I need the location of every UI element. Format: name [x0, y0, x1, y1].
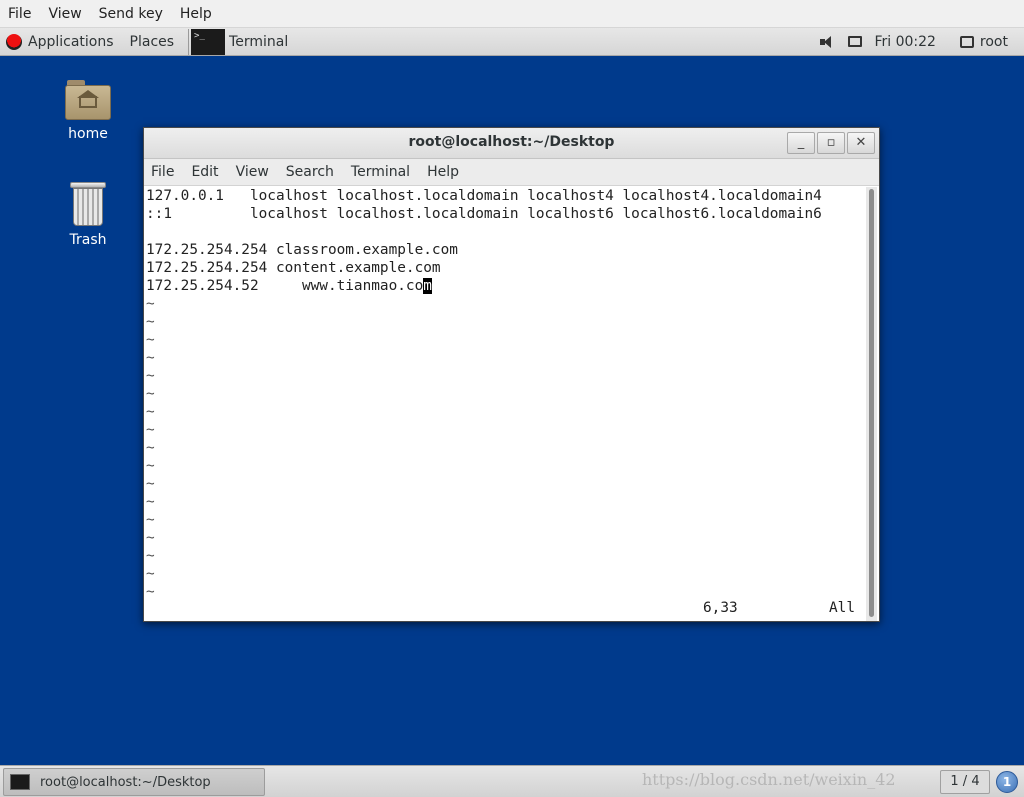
terminal-menu-file[interactable]: File: [151, 164, 174, 180]
empty-line-tilde: ~: [146, 440, 155, 456]
network-icon[interactable]: [848, 36, 863, 47]
desktop-home-label: home: [68, 126, 108, 142]
home-folder-icon: [65, 80, 111, 120]
empty-line-tilde: ~: [146, 404, 155, 420]
terminal-menu-terminal[interactable]: Terminal: [351, 164, 410, 180]
text-line: 172.25.254.254 classroom.example.com: [146, 242, 458, 258]
terminal-menu-view[interactable]: View: [236, 164, 269, 180]
window-controls: _ ▫ ✕: [785, 132, 875, 154]
empty-line-tilde: ~: [146, 386, 155, 402]
terminal-menu-search[interactable]: Search: [286, 164, 334, 180]
empty-line-tilde: ~: [146, 368, 155, 384]
applications-menu[interactable]: Applications: [0, 33, 114, 50]
text-line-content: 172.25.254.52 www.tianmao.co: [146, 278, 424, 294]
terminal-title: root@localhost:~/Desktop: [408, 134, 615, 150]
viewer-menubar: File View Send key Help: [0, 0, 1024, 28]
terminal-menu-edit[interactable]: Edit: [191, 164, 218, 180]
trash-icon: [70, 182, 106, 226]
empty-line-tilde: ~: [146, 584, 155, 600]
watermark: https://blog.csdn.net/weixin_42: [642, 770, 896, 789]
empty-line-tilde: ~: [146, 332, 155, 348]
desktop-trash-label: Trash: [69, 232, 107, 248]
viewer-menu-view[interactable]: View: [44, 6, 85, 22]
minimize-button[interactable]: _: [787, 132, 815, 154]
window-list-label: root@localhost:~/Desktop: [40, 774, 211, 790]
viewer-menu-help[interactable]: Help: [176, 6, 216, 22]
desktop-home[interactable]: home: [43, 80, 133, 142]
terminal-icon: [191, 28, 226, 55]
terminal-text-area[interactable]: 127.0.0.1 localhost localhost.localdomai…: [144, 187, 868, 621]
empty-line-tilde: ~: [146, 422, 155, 438]
maximize-button[interactable]: ▫: [817, 132, 845, 154]
viewer-menu-file[interactable]: File: [4, 6, 35, 22]
empty-line-tilde: ~: [146, 350, 155, 366]
taskbar-terminal-label: Terminal: [229, 33, 289, 50]
empty-line-tilde: ~: [146, 458, 155, 474]
terminal-icon: [10, 774, 30, 790]
text-line: 172.25.254.254 content.example.com: [146, 260, 441, 276]
text-line: ::1 localhost localhost.localdomain loca…: [146, 206, 822, 222]
volume-icon[interactable]: [818, 34, 836, 50]
workspace-switcher[interactable]: 1 / 4: [940, 770, 990, 794]
status-cursor-position: 6,33: [703, 600, 738, 616]
viewer-menu-send-key[interactable]: Send key: [95, 6, 167, 22]
redhat-icon: [6, 33, 22, 50]
text-cursor: m: [423, 278, 432, 294]
status-view-range: All: [829, 600, 855, 616]
terminal-titlebar[interactable]: root@localhost:~/Desktop _ ▫ ✕: [144, 128, 879, 159]
window-list-terminal[interactable]: root@localhost:~/Desktop: [3, 768, 265, 796]
notification-icon[interactable]: 1: [996, 771, 1018, 793]
empty-line-tilde: ~: [146, 494, 155, 510]
empty-line-tilde: ~: [146, 548, 155, 564]
empty-line-tilde: ~: [146, 476, 155, 492]
terminal-scrollbar[interactable]: [866, 187, 877, 621]
text-line: 127.0.0.1 localhost localhost.localdomai…: [146, 188, 822, 204]
user-menu[interactable]: root: [980, 34, 1008, 50]
empty-line-tilde: ~: [146, 566, 155, 582]
scrollbar-thumb[interactable]: [869, 189, 874, 617]
top-panel: Applications Places Terminal Fri 00:22 r…: [0, 28, 1024, 56]
places-menu[interactable]: Places: [130, 34, 175, 50]
empty-line-tilde: ~: [146, 530, 155, 546]
empty-line-tilde: ~: [146, 296, 155, 312]
close-button[interactable]: ✕: [847, 132, 875, 154]
terminal-menubar: File Edit View Search Terminal Help: [144, 159, 879, 186]
terminal-menu-help[interactable]: Help: [427, 164, 459, 180]
applications-label: Applications: [28, 33, 114, 50]
panel-separator: [188, 28, 190, 55]
terminal-window: root@localhost:~/Desktop _ ▫ ✕ File Edit…: [143, 127, 880, 622]
panel-status-area: Fri 00:22 root: [818, 34, 1024, 50]
text-line: 172.25.254.52 www.tianmao.com: [146, 277, 432, 295]
empty-line-tilde: ~: [146, 314, 155, 330]
user-icon: [959, 35, 974, 48]
bottom-panel: root@localhost:~/Desktop https://blog.cs…: [0, 765, 1024, 797]
empty-line-tilde: ~: [146, 512, 155, 528]
desktop-trash[interactable]: Trash: [43, 182, 133, 248]
taskbar-terminal[interactable]: Terminal: [191, 28, 289, 55]
clock[interactable]: Fri 00:22: [874, 34, 935, 50]
